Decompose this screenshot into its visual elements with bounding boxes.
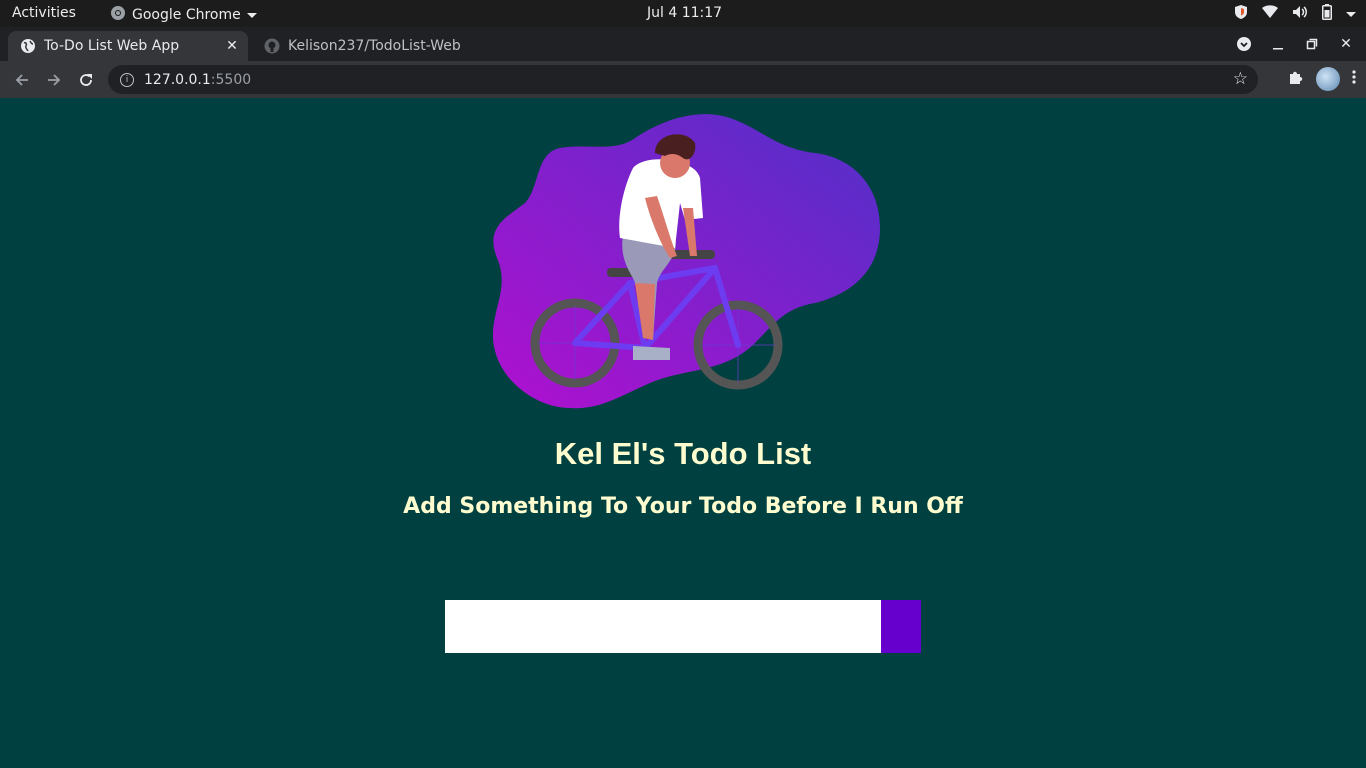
- more-menu-icon[interactable]: [1352, 69, 1356, 89]
- todo-form: [445, 600, 921, 653]
- tab-strip: To-Do List Web App ✕ Kelison237/TodoList…: [0, 27, 1366, 82]
- url-port: :5500: [210, 71, 252, 88]
- address-bar[interactable]: i 127.0.0.1 :5500 ☆: [108, 65, 1258, 94]
- bicycle-rider-illustration: [485, 108, 885, 413]
- toolbar-actions: [1288, 67, 1356, 91]
- chrome-icon: [110, 5, 126, 25]
- minimize-icon[interactable]: [1268, 34, 1288, 54]
- volume-icon[interactable]: [1292, 5, 1308, 23]
- tab-todo-list[interactable]: To-Do List Web App ✕: [8, 31, 248, 61]
- system-tray[interactable]: [1234, 4, 1356, 24]
- add-todo-button[interactable]: [881, 600, 921, 653]
- tab-title: Kelison237/TodoList-Web: [288, 38, 461, 54]
- window-controls: ✕: [1234, 27, 1366, 61]
- activities-button[interactable]: Activities: [12, 5, 76, 21]
- tab-search-icon[interactable]: [1234, 34, 1254, 54]
- page-content: Kel El's Todo List Add Something To Your…: [0, 98, 1366, 768]
- close-window-icon[interactable]: ✕: [1336, 34, 1356, 54]
- page-subtitle: Add Something To Your Todo Before I Run …: [403, 494, 963, 519]
- tab-title: To-Do List Web App: [44, 38, 180, 54]
- url-host: 127.0.0.1: [144, 71, 211, 88]
- clock[interactable]: Jul 4 11:17: [647, 5, 722, 21]
- app-menu-label: Google Chrome: [132, 7, 241, 23]
- back-arrow-icon[interactable]: [10, 68, 34, 92]
- profile-avatar[interactable]: [1316, 67, 1340, 91]
- tab-github[interactable]: Kelison237/TodoList-Web: [252, 31, 488, 61]
- forward-arrow-icon[interactable]: [42, 68, 66, 92]
- info-icon[interactable]: i: [120, 72, 134, 87]
- system-top-bar: Activities Google Chrome Jul 4 11:17: [0, 0, 1366, 27]
- bookmark-star-icon[interactable]: ☆: [1233, 69, 1248, 89]
- github-icon: [264, 38, 280, 54]
- reload-icon[interactable]: [74, 68, 98, 92]
- browser-toolbar: i 127.0.0.1 :5500 ☆: [0, 61, 1366, 98]
- chevron-down-icon[interactable]: [1346, 11, 1356, 17]
- extensions-puzzle-icon[interactable]: [1288, 69, 1304, 89]
- chevron-down-icon: [246, 12, 257, 18]
- globe-icon: [20, 38, 36, 54]
- page-title: Kel El's Todo List: [554, 436, 812, 471]
- wifi-icon[interactable]: [1262, 5, 1278, 23]
- close-icon[interactable]: ✕: [222, 36, 242, 56]
- todo-input[interactable]: [445, 600, 881, 653]
- app-menu[interactable]: Google Chrome: [110, 5, 257, 25]
- shield-icon[interactable]: [1234, 4, 1248, 24]
- battery-icon[interactable]: [1322, 4, 1332, 24]
- restore-icon[interactable]: [1302, 34, 1322, 54]
